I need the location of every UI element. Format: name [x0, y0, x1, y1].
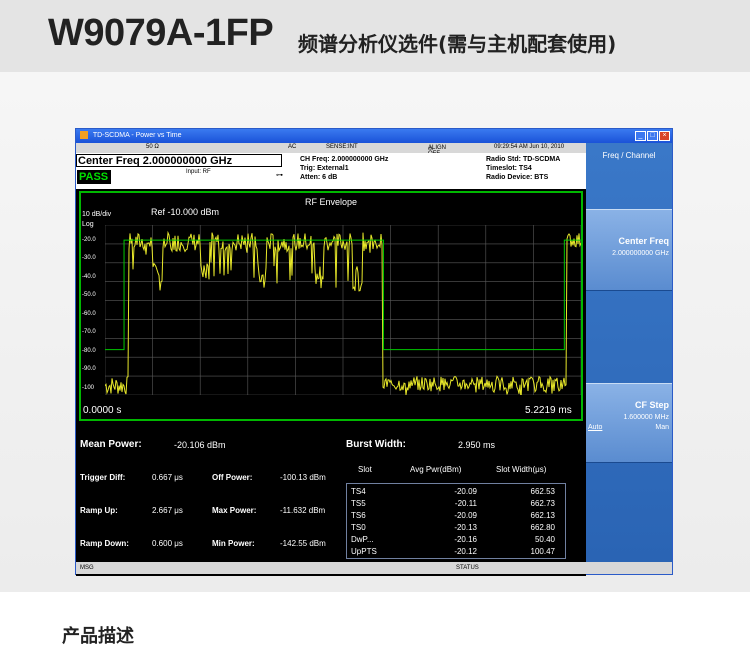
y-tick: -30.0 [82, 255, 96, 261]
menu-title: Freq / Channel [602, 151, 656, 160]
ch-freq: CH Freq: 2.000000000 GHz [300, 156, 389, 163]
window-titlebar: TD-SCDMA - Power vs Time _ □ × [76, 129, 672, 143]
trig-source: Trig: External1 [300, 165, 349, 172]
ref-level: Ref -10.000 dBm [151, 207, 220, 217]
radio-info: Radio Std: TD-SCDMA Timeslot: TS4 Radio … [486, 155, 560, 182]
slot-table: TS4 -20.09 662.53 TS5 -20.11 662.73 TS6 -20.09 6… [346, 483, 566, 559]
ramp-down-value: 0.600 μs [152, 539, 183, 548]
slot-name-cell: TS0 [351, 523, 366, 532]
mean-power-label: Mean Power: [80, 439, 142, 450]
slot-name-cell: TS4 [351, 487, 366, 496]
window-controls: _ □ × [635, 131, 670, 141]
avg-pwr-cell: -20.12 [454, 547, 477, 556]
rf-envelope-plot[interactable]: RF Envelope 10 dB/div Ref -10.000 dBm Lo… [79, 191, 583, 421]
analyzer-window: TD-SCDMA - Power vs Time _ □ × 50 Ω AC S… [75, 128, 673, 576]
input-label: Input: RF [186, 169, 211, 175]
model-title: W9079A-1FP [48, 12, 274, 54]
datetime-label: 09:29:54 AM Jun 10, 2010 [494, 144, 565, 150]
status-label: STATUS [456, 565, 479, 571]
y-tick: -80.0 [82, 348, 96, 354]
ramp-up-value: 2.667 μs [152, 506, 183, 515]
center-freq-readout: Center Freq 2.000000000 GHz [78, 155, 233, 167]
pass-indicator: PASS [77, 170, 111, 184]
slot-width-cell: 662.53 [530, 487, 555, 496]
avg-pwr-cell: -20.11 [454, 499, 477, 508]
max-power-value: -11.632 dBm [280, 506, 326, 515]
model-subtitle: 频谱分析仪选件(需与主机配套使用) [298, 32, 617, 56]
burst-width-value: 2.950 ms [458, 440, 496, 450]
log-label: Log [82, 221, 94, 228]
softkey-panel: Freq / Channel Center Freq 2.000000000 G… [586, 143, 672, 562]
y-tick: -70.0 [82, 329, 96, 335]
slot-name-cell: UpPTS [351, 547, 377, 556]
slot-name-cell: DwP... [351, 535, 374, 544]
results-panel: Mean Power: -20.106 dBm Burst Width: 2.9… [76, 435, 586, 576]
window-title: TD-SCDMA - Power vs Time [92, 132, 182, 139]
maximize-button[interactable]: □ [647, 131, 658, 141]
impedance-label: 50 Ω [146, 144, 159, 150]
x-start: 0.0000 s [83, 405, 122, 416]
scale-label: 10 dB/div [82, 211, 112, 218]
minimize-button[interactable]: _ [635, 131, 646, 141]
msg-label: MSG [80, 565, 94, 571]
mean-power-value: -20.106 dBm [174, 440, 226, 450]
burst-width-label: Burst Width: [346, 439, 406, 450]
radio-std: Radio Std: TD-SCDMA [486, 156, 561, 163]
atten: Atten: 6 dB [300, 174, 338, 181]
avg-pwr-cell: -20.16 [454, 535, 477, 544]
slot-width-cell: 662.80 [530, 523, 555, 532]
instrument-status-bar: 50 Ω AC SENSE:INT ⚠ALIGN OFF 09:29:54 AM… [76, 143, 586, 157]
coupling-label: AC [288, 144, 297, 150]
center-freq-softkey-value: 2.000000000 GHz [612, 250, 669, 257]
slot-name-cell: TS5 [351, 499, 366, 508]
cf-step-softkey[interactable]: CF Step 1.600000 MHz Auto Man [586, 383, 672, 463]
slot-width-cell: 662.73 [530, 499, 555, 508]
y-tick: -40.0 [82, 274, 96, 280]
measurement-header: Center Freq 2.000000000 GHz PASS Input: … [76, 153, 586, 189]
ramp-down-label: Ramp Down: [80, 539, 129, 548]
y-tick: -60.0 [82, 311, 96, 317]
trigger-diff-label: Trigger Diff: [80, 473, 126, 482]
trigger-diff-value: 0.667 μs [152, 473, 183, 482]
min-power-label: Min Power: [212, 539, 255, 548]
cf-step-value: 1.600000 MHz [623, 414, 669, 421]
slot-width-cell: 100.47 [530, 547, 555, 556]
x-end: 5.2219 ms [525, 405, 572, 416]
off-power-value: -100.13 dBm [280, 473, 326, 482]
header-banner: W9079A-1FP 频谱分析仪选件(需与主机配套使用) [0, 0, 750, 72]
sense-label: SENSE:INT [326, 144, 358, 150]
y-tick: -20.0 [82, 237, 96, 243]
plot-title: RF Envelope [305, 197, 358, 207]
avg-pwr-cell: -20.09 [454, 511, 477, 520]
slot-width-cell: 50.40 [534, 535, 555, 544]
center-freq-softkey[interactable]: Center Freq 2.000000000 GHz [586, 209, 672, 291]
slot-name-cell: TS6 [351, 511, 366, 520]
avg-pwr-cell: -20.13 [454, 523, 477, 532]
center-freq-softkey-label: Center Freq [618, 236, 669, 246]
status-bar: MSG STATUS [76, 562, 672, 574]
max-power-label: Max Power: [212, 506, 257, 515]
y-tick: -100 [82, 385, 95, 391]
slot-header: Slot [358, 465, 372, 474]
close-button[interactable]: × [659, 131, 670, 141]
y-tick: -50.0 [82, 292, 96, 298]
radio-device: Radio Device: BTS [486, 174, 549, 181]
avg-pwr-cell: -20.09 [454, 487, 477, 496]
cf-step-man[interactable]: Man [586, 424, 672, 431]
slot-width-cell: 662.13 [530, 511, 555, 520]
min-power-value: -142.55 dBm [280, 539, 326, 548]
off-power-label: Off Power: [212, 473, 253, 482]
ramp-up-label: Ramp Up: [80, 506, 118, 515]
trace-graph [105, 225, 581, 395]
cf-step-label: CF Step [634, 400, 669, 410]
channel-info: CH Freq: 2.000000000 GHz Trig: External1… [300, 155, 388, 182]
y-tick: -90.0 [82, 366, 96, 372]
trigger-icon: ⊶ [276, 172, 283, 179]
avg-pwr-header: Avg Pwr(dBm) [410, 465, 462, 474]
slot-width-header: Slot Width(μs) [496, 465, 547, 474]
timeslot: Timeslot: TS4 [486, 165, 532, 172]
section-heading: 产品描述 [62, 626, 134, 647]
app-icon [80, 131, 88, 140]
